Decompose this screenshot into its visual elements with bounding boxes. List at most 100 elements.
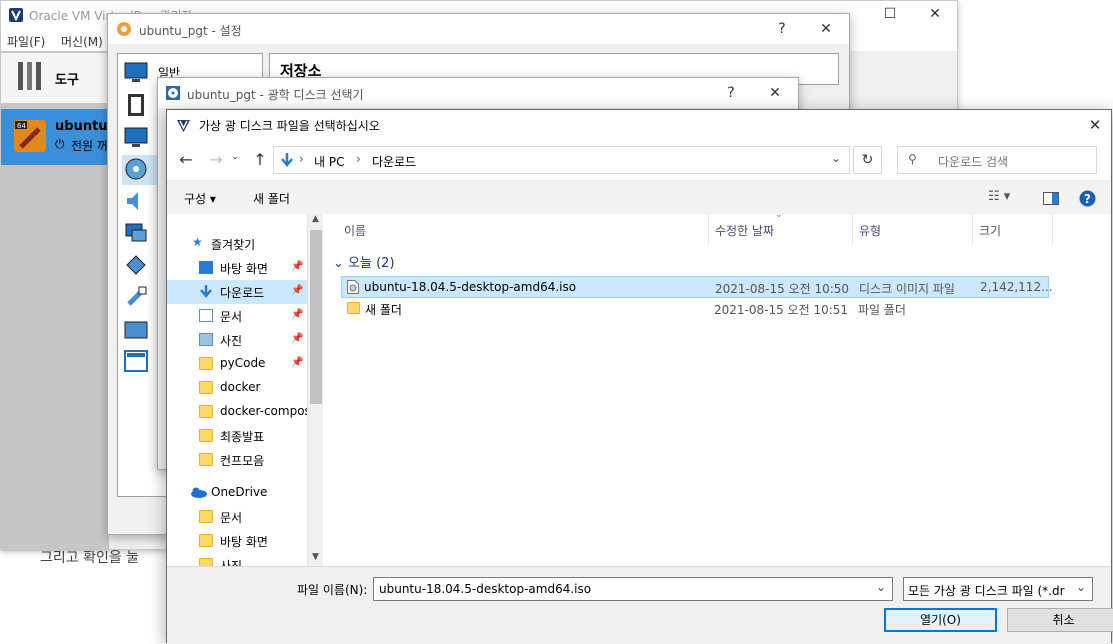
- settings-close-button[interactable]: ✕: [811, 21, 841, 37]
- nav-item-docker[interactable]: docker: [167, 376, 307, 400]
- display-icon: [124, 127, 148, 147]
- file-open-dialog: 가상 광 디스크 파일을 선택하십시오 ✕ ← → ⌄ ↑ › 내 PC › 다…: [166, 109, 1113, 644]
- tools-item[interactable]: 도구: [1, 53, 109, 103]
- recent-dropdown-icon[interactable]: ⌄: [229, 152, 241, 162]
- shared-folder-icon: [124, 321, 148, 339]
- scroll-thumb[interactable]: [310, 230, 322, 404]
- optsel-close-button[interactable]: ✕: [760, 85, 790, 101]
- column-header-size[interactable]: 크기: [979, 222, 1001, 239]
- file-type: 파일 폴더: [858, 303, 906, 317]
- fd-titlebar[interactable]: 가상 광 디스크 파일을 선택하십시오 ✕: [167, 110, 1111, 140]
- nav-onedrive-documents[interactable]: 문서: [167, 505, 307, 529]
- general-icon: [124, 62, 148, 82]
- nav-item-pycode[interactable]: pyCode 📌: [167, 352, 307, 376]
- folder-icon: [199, 357, 213, 370]
- nav-item-final-presentation[interactable]: 최종발표: [167, 424, 307, 448]
- forward-arrow-icon[interactable]: →: [205, 150, 227, 169]
- new-folder-button[interactable]: 새 폴더: [253, 190, 290, 207]
- refresh-button[interactable]: ↻: [853, 146, 882, 174]
- filename-input[interactable]: ubuntu-18.04.5-desktop-amd64.iso ⌄: [373, 577, 893, 601]
- file-row-new-folder[interactable]: 새 폴더 2021-08-15 오전 10:51 파일 폴더: [341, 298, 1049, 320]
- serial-port-icon: [126, 255, 146, 275]
- download-icon: [281, 153, 293, 167]
- star-icon: ★: [192, 235, 203, 249]
- navigation-scrollbar[interactable]: ▲ ▼: [307, 214, 323, 566]
- pin-icon: 📌: [291, 357, 304, 368]
- preview-pane-icon[interactable]: [1043, 192, 1059, 205]
- nav-quick-access[interactable]: ★ 즐겨찾기: [167, 232, 307, 256]
- folder-icon: [199, 534, 213, 547]
- cancel-button[interactable]: 취소: [1007, 608, 1113, 632]
- nav-item-label: docker-compose: [220, 404, 307, 418]
- column-separator[interactable]: [1052, 214, 1053, 244]
- nav-onedrive-pictures[interactable]: 사진: [167, 553, 307, 566]
- address-dropdown-icon[interactable]: ⌄: [831, 151, 841, 165]
- vm-list-item[interactable]: 64 ubuntu_ ⏻ 전원 꺼: [1, 109, 114, 165]
- breadcrumb-pc[interactable]: 내 PC: [314, 153, 344, 170]
- column-separator[interactable]: [708, 214, 709, 244]
- quick-access-label: 즐겨찾기: [211, 238, 256, 252]
- nav-item-docker-compose[interactable]: docker-compose: [167, 400, 307, 424]
- optsel-title: ubuntu_pgt - 광학 디스크 선택기: [187, 88, 364, 102]
- maximize-button[interactable]: ☐: [875, 6, 905, 22]
- optsel-help-button[interactable]: ?: [716, 85, 746, 101]
- folder-icon: [199, 381, 213, 394]
- file-row-ubuntu-iso[interactable]: ubuntu-18.04.5-desktop-amd64.iso 2021-08…: [341, 276, 1053, 298]
- nav-item-pictures[interactable]: 사진 📌: [167, 328, 307, 352]
- breadcrumb-downloads[interactable]: 다운로드: [372, 153, 416, 170]
- pin-icon: 📌: [291, 309, 304, 320]
- address-bar[interactable]: › 내 PC › 다운로드 ⌄: [273, 146, 850, 174]
- onedrive-cloud-icon: [191, 487, 207, 498]
- nav-item-conf-collection[interactable]: 컨프모음: [167, 448, 307, 472]
- open-button[interactable]: 열기(O): [884, 608, 997, 632]
- group-header-today[interactable]: ⌄ 오늘 (2): [333, 252, 395, 271]
- filename-dropdown-icon[interactable]: ⌄: [876, 580, 886, 594]
- column-header-name[interactable]: 이름: [344, 222, 366, 239]
- audio-icon: [127, 192, 138, 210]
- column-separator[interactable]: [972, 214, 973, 244]
- back-arrow-icon[interactable]: ←: [175, 150, 197, 169]
- view-options-icon[interactable]: ☷ ▾: [988, 189, 1010, 204]
- column-header-type[interactable]: 유형: [859, 222, 881, 239]
- system-icon: [128, 94, 144, 116]
- nav-item-documents[interactable]: 문서 📌: [167, 304, 307, 328]
- help-icon[interactable]: ?: [1079, 190, 1096, 207]
- document-icon: [199, 309, 213, 322]
- nav-onedrive-desktop[interactable]: 바탕 화면: [167, 529, 307, 553]
- fd-close-button[interactable]: ✕: [1080, 116, 1110, 134]
- up-arrow-icon[interactable]: ↑: [249, 150, 271, 169]
- nav-item-label: docker: [220, 380, 261, 394]
- folder-icon: [199, 405, 213, 418]
- virtualbox-logo-icon: [177, 120, 190, 132]
- filetype-select[interactable]: 모든 가상 광 디스크 파일 (*.dr ⌄: [903, 577, 1093, 601]
- desktop-icon: [199, 261, 213, 274]
- column-separator[interactable]: [852, 214, 853, 244]
- optsel-titlebar[interactable]: ubuntu_pgt - 광학 디스크 선택기 ? ✕: [158, 78, 798, 108]
- settings-titlebar[interactable]: ubuntu_pgt - 설정 ? ✕: [108, 14, 849, 44]
- download-icon: [200, 285, 212, 298]
- fd-toolbar: 구성 ▾ 새 폴더 ☷ ▾ ?: [167, 180, 1111, 214]
- scroll-down-icon[interactable]: ▼: [312, 552, 319, 562]
- folder-icon: [199, 558, 213, 566]
- menu-file[interactable]: 파일(F): [7, 33, 45, 50]
- folder-icon: [199, 510, 213, 523]
- nav-item-desktop[interactable]: 바탕 화면 📌: [167, 256, 307, 280]
- onedrive-label: OneDrive: [211, 485, 268, 499]
- settings-help-button[interactable]: ?: [767, 21, 797, 37]
- filetype-dropdown-icon: ⌄: [1076, 580, 1087, 594]
- breadcrumb-sep-icon: ›: [356, 152, 361, 166]
- pin-icon: 📌: [291, 333, 304, 344]
- search-box[interactable]: ⚲ 다운로드 검색: [897, 146, 1097, 174]
- nav-item-downloads[interactable]: 다운로드 📌: [167, 280, 307, 304]
- fd-bottom-bar: 파일 이름(N): ubuntu-18.04.5-desktop-amd64.i…: [167, 566, 1113, 644]
- close-button[interactable]: ✕: [920, 6, 950, 22]
- scroll-up-icon[interactable]: ▲: [312, 214, 319, 224]
- tools-label: 도구: [55, 73, 79, 88]
- organize-button[interactable]: 구성 ▾: [184, 190, 216, 207]
- svg-text:64: 64: [17, 122, 26, 130]
- nav-onedrive[interactable]: OneDrive: [167, 481, 307, 505]
- user-interface-icon: [124, 350, 148, 372]
- column-header-modified[interactable]: 수정한 날짜: [715, 222, 774, 239]
- menu-machine[interactable]: 머신(M): [61, 33, 103, 50]
- filename-label: 파일 이름(N):: [297, 583, 368, 597]
